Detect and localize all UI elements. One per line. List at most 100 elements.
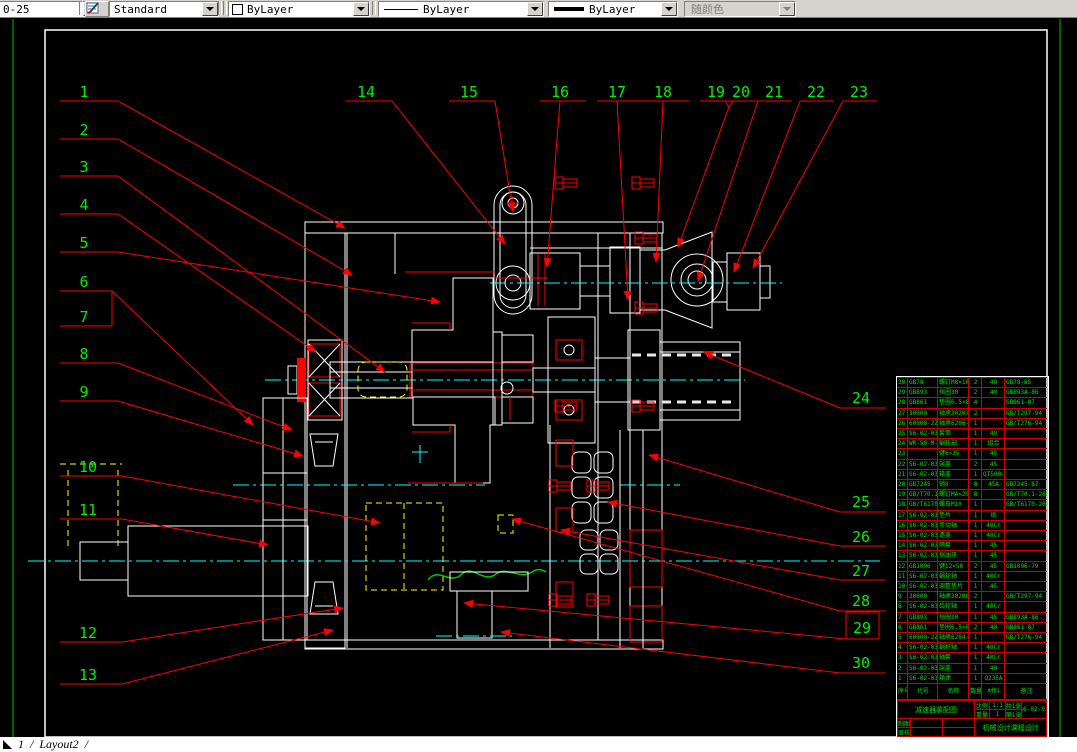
bom-cell: 40Cr [982, 653, 1005, 663]
color-combo[interactable]: ByLayer [228, 1, 370, 17]
bom-cell: 轴套 [938, 653, 969, 663]
bom-row: 4S6-02-03-04蜗杆轴140Cr [897, 642, 1047, 653]
bom-cell [1005, 643, 1047, 652]
text-style-dropdown-arrow[interactable] [202, 2, 218, 16]
toolbar-separator [79, 1, 83, 15]
bom-cell [982, 398, 1005, 408]
linetype-value: ByLayer [423, 2, 470, 16]
bom-cell: 3 [897, 653, 908, 663]
bom-row: 27 30000 轴承30207 2 GB/T297-94 [897, 407, 1047, 418]
callout-number: 4 [79, 196, 88, 214]
bom-row: 6GB861垫圈6.5×8.5240GB861-87 [897, 621, 1047, 633]
bom-cell: S6-02-03-06 [909, 582, 938, 592]
bom-row: 21S6-02-03-13箱盖1QT500-7 [897, 468, 1047, 480]
bom-cell: 端盖 [938, 663, 969, 673]
bom-cell: 1 [969, 429, 982, 439]
bom-row: 19GB/T70.1螺钉M4×208 GB/T70.1-2000 [897, 489, 1047, 500]
bom-cell [982, 633, 1005, 643]
bom-cell: 1 [969, 469, 982, 480]
bom-cell: 45 [982, 541, 1005, 551]
bom-cell: 1 [969, 633, 982, 643]
bom-cell: 螺钉M4×20 [939, 490, 969, 500]
callout-number: 25 [852, 493, 870, 511]
bom-cell: 45 [982, 612, 1005, 622]
callout-number: 15 [460, 83, 478, 101]
linetype-dropdown-arrow[interactable] [527, 2, 543, 16]
bom-row: 14S6-02-03-09隔套145 [897, 540, 1047, 551]
model-tab-icon[interactable] [3, 740, 12, 749]
bom-cell: S6-02-03-14 [909, 459, 938, 469]
bom-cell: 27 [897, 408, 908, 418]
callout-number: 5 [79, 234, 88, 252]
toolbar-separator [372, 1, 376, 15]
bom-cell: S6-02-03-12 [909, 510, 938, 520]
callout-number: 17 [608, 83, 626, 101]
bom-cell: 5 [897, 633, 908, 643]
callout-number: 2 [79, 121, 88, 139]
bom-cell: S6-02-03-03 [909, 653, 938, 663]
bom-cell [1005, 674, 1047, 683]
callout-leader [117, 213, 317, 353]
bom-cell: GB861 [908, 622, 938, 633]
bom-cell: 2 [969, 622, 982, 633]
text-style-value: Standard [114, 2, 167, 16]
bom-cell: 1 [897, 673, 908, 684]
bom-cell: 40 [982, 429, 1005, 439]
callout-number: 23 [850, 83, 868, 101]
callout-leader [121, 518, 269, 548]
tab-layout1-partial[interactable]: 1 [18, 737, 24, 752]
bom-row: 24WR-50-M-31蜗轮副1组合 [897, 438, 1047, 449]
bom-cell: 2 [969, 459, 982, 469]
linetype-combo[interactable]: ByLayer [378, 1, 544, 17]
bom-cell: 代号 [908, 684, 938, 699]
bom-cell: Q235A [982, 673, 1005, 684]
bom-row: 13S6-02-03-08挡油环145 [897, 550, 1047, 561]
plot-style-dropdown-arrow [779, 2, 795, 16]
bom-cell: GB861-87 [1006, 623, 1035, 631]
bom-cell: S6-02-03-05 [909, 602, 938, 612]
lineweight-dropdown-arrow[interactable] [661, 2, 677, 16]
object-properties-toolbar: 0-25 Standard ByLayer ByLayer ByLayer 随颜… [0, 0, 1077, 18]
tab-layout2[interactable]: Layout2 [39, 737, 78, 752]
bom-cell: S6-02-03-08 [909, 551, 938, 561]
bom-cell [1005, 653, 1047, 662]
bom-cell: 垫圈6.5×8.5 [939, 622, 969, 633]
bom-cell: 40 [982, 622, 1005, 633]
bom-cell: 26 [897, 418, 908, 429]
callout-number: 18 [654, 83, 672, 101]
bom-cell: 30 [897, 378, 908, 388]
role2-name [910, 727, 943, 737]
callout-leader [111, 290, 254, 426]
bom-cell: 45A [982, 480, 1005, 490]
bom-cell: 蜗轮副 [938, 439, 969, 449]
bom-cell [1005, 460, 1047, 469]
callout-number: 3 [79, 158, 88, 176]
bom-cell: 1 [969, 541, 982, 551]
callout-number: 10 [79, 458, 97, 476]
bom-cell: GB78-85 [1006, 379, 1032, 386]
toolbar-separator [218, 1, 222, 15]
bom-cell: 40Cr [982, 520, 1005, 531]
text-style-combo[interactable]: Standard [109, 1, 219, 17]
bom-cell: S6-02-03-02 [909, 663, 938, 673]
callout-leader [121, 605, 344, 643]
bom-cell: 30000 [908, 408, 938, 418]
bom-cell [1005, 664, 1047, 673]
bom-cell: 16 [897, 520, 908, 531]
bom-cell: 19 [897, 490, 908, 500]
bom-cell: 1 [969, 510, 982, 520]
callout-leader [677, 106, 730, 248]
bom-cell: 4 [969, 398, 982, 408]
color-dropdown-arrow[interactable] [353, 2, 369, 16]
lineweight-combo[interactable]: ByLayer [548, 1, 678, 17]
bom-cell: 挡油环 [938, 551, 969, 561]
bom-cell: 序号 [897, 684, 908, 699]
bom-cell: GB1096 [908, 561, 938, 571]
bom-cell: 销8 [938, 480, 969, 490]
chevron-down-icon [206, 7, 214, 11]
bom-cell: 60000-2Z [909, 418, 938, 429]
bom-cell: 8 [969, 480, 982, 490]
text-style-button[interactable] [85, 1, 109, 17]
callout-leader [121, 628, 334, 685]
bom-cell: 1 [969, 500, 982, 510]
